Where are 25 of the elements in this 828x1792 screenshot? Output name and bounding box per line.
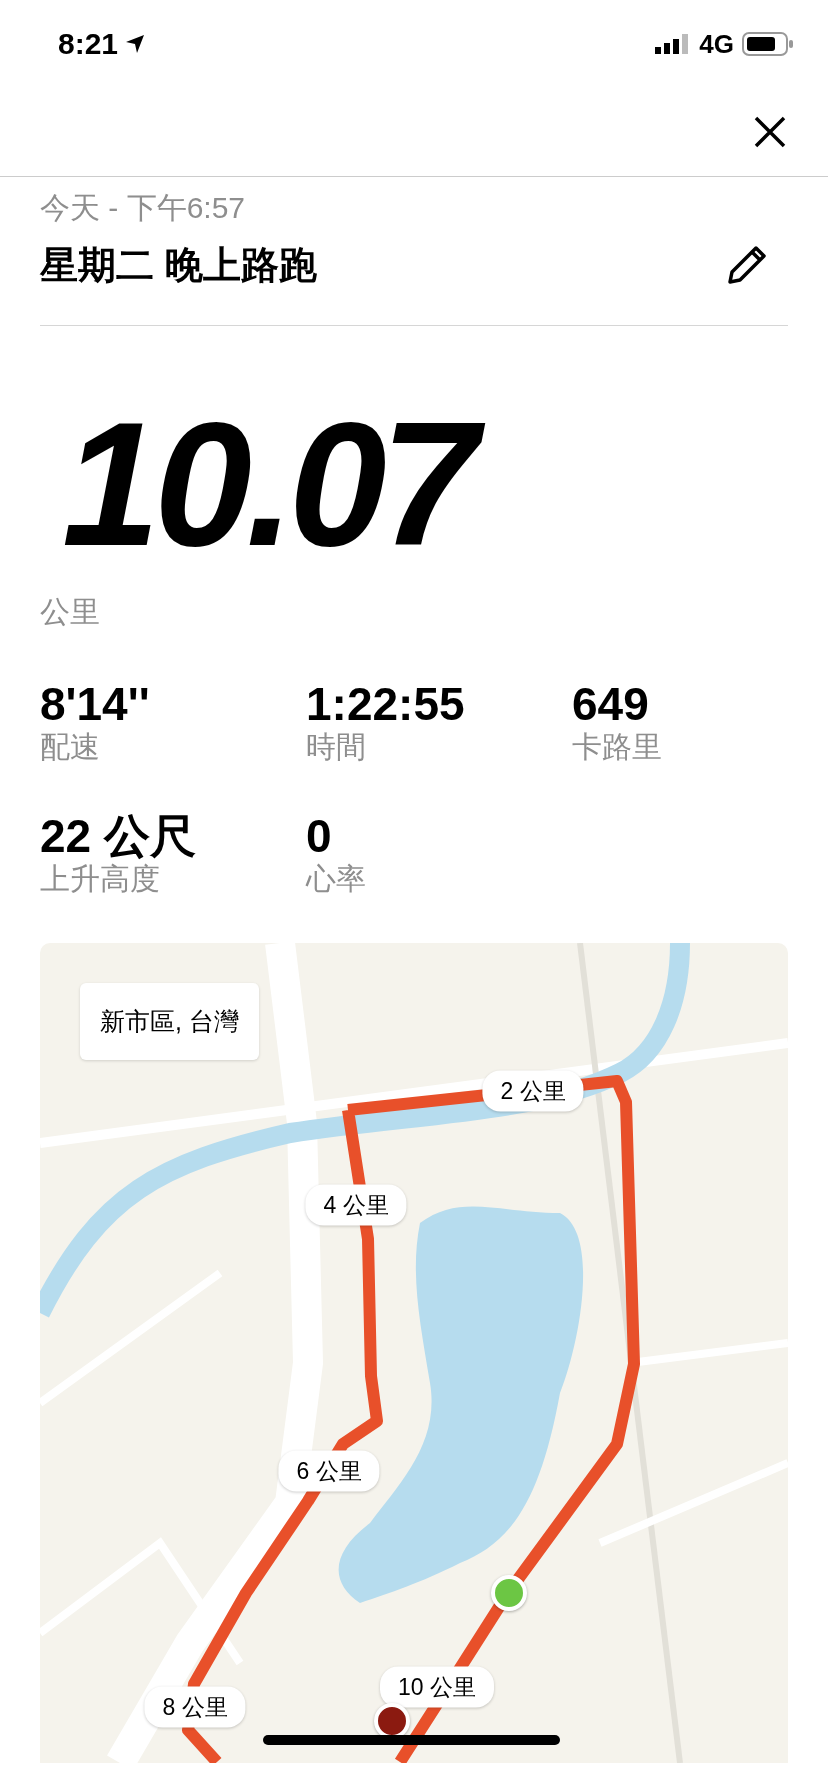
stat-label: 心率 bbox=[306, 861, 367, 897]
distance-unit: 公里 bbox=[40, 594, 101, 630]
stat-value: 8'14'' bbox=[40, 679, 151, 729]
distance-marker: 4 公里 bbox=[305, 1184, 407, 1226]
stat-value: 649 bbox=[572, 679, 650, 729]
distance-marker: 8 公里 bbox=[144, 1686, 246, 1728]
stat-label: 上升高度 bbox=[40, 861, 161, 897]
stat-label: 時間 bbox=[306, 729, 367, 765]
stat-label: 卡路里 bbox=[572, 729, 663, 765]
network-label: 4G bbox=[699, 28, 734, 60]
status-time: 8:21 bbox=[58, 27, 119, 61]
activity-title: 星期二 晚上路跑 bbox=[40, 242, 317, 288]
distance-marker: 6 公里 bbox=[278, 1450, 380, 1492]
distance-value: 10.07 bbox=[62, 384, 503, 584]
distance-marker: 10 公里 bbox=[380, 1666, 494, 1708]
battery-icon bbox=[742, 32, 794, 56]
stat-value: 22 公尺 bbox=[40, 811, 197, 861]
distance-marker: 2 公里 bbox=[482, 1070, 584, 1112]
location-arrow-icon bbox=[124, 33, 147, 55]
location-label: 新市區, 台灣 bbox=[80, 983, 259, 1060]
close-button[interactable] bbox=[752, 114, 788, 150]
stat-value: 0 bbox=[306, 811, 333, 861]
activity-date: 今天 - 下午6:57 bbox=[40, 191, 247, 225]
stat-value: 1:22:55 bbox=[306, 679, 466, 729]
stat-label: 配速 bbox=[40, 729, 101, 765]
